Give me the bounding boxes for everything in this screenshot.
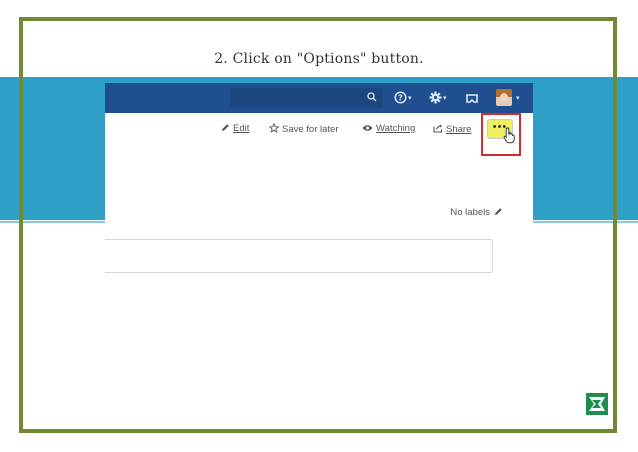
brand-logo-icon: [586, 393, 608, 415]
tutorial-step-caption: 2. Click on "Options" button.: [214, 51, 424, 67]
tutorial-frame: [19, 17, 617, 433]
